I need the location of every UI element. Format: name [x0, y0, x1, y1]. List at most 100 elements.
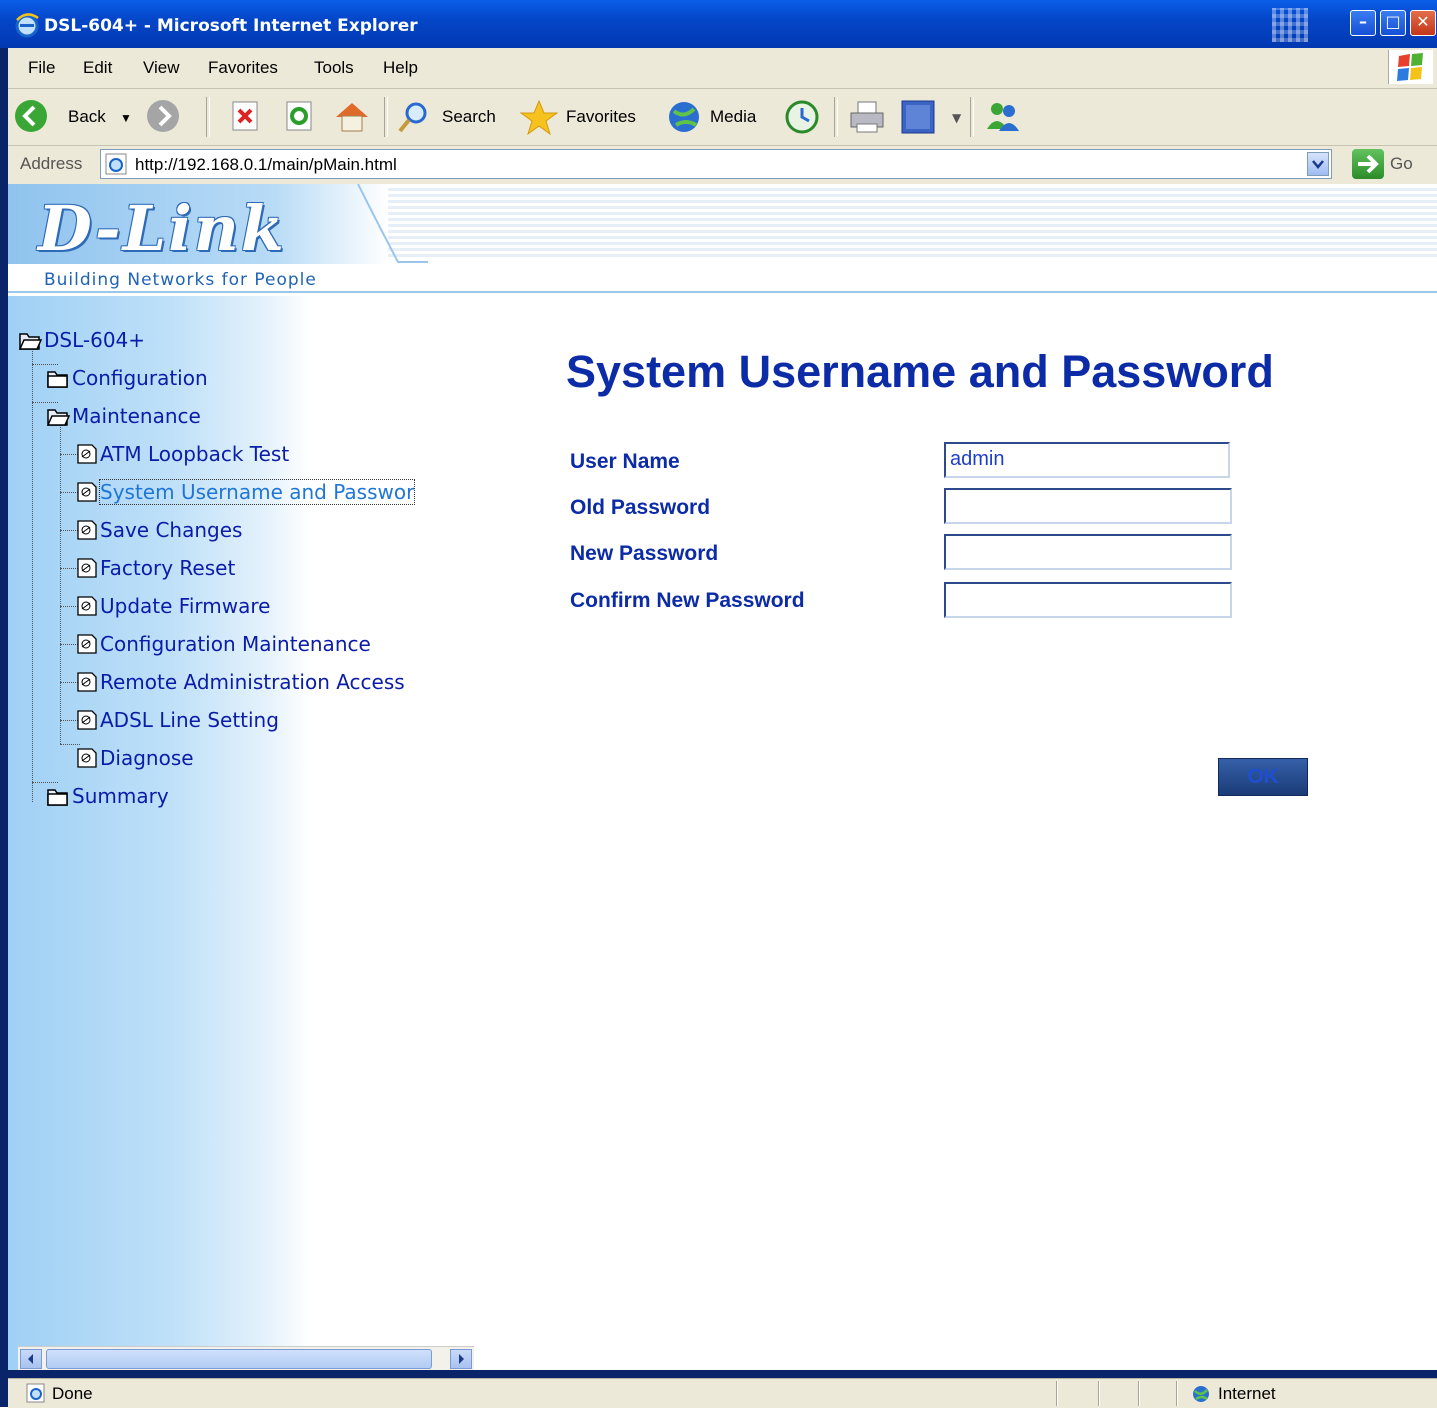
tree-summary[interactable]: Summary: [46, 784, 169, 808]
tree-item-remote-administration-access[interactable]: Remote Administration Access: [74, 670, 405, 694]
menu-edit[interactable]: Edit: [83, 58, 112, 78]
old-password-label: Old Password: [570, 496, 711, 519]
tree-maintenance-label: Maintenance: [72, 404, 201, 428]
tree-item-update-firmware[interactable]: Update Firmware: [74, 594, 270, 618]
scroll-left-button[interactable]: [20, 1349, 42, 1369]
refresh-icon: [286, 101, 312, 131]
navigation-pane: DSL-604+ Configuration Maintenance ATM L…: [8, 296, 474, 1370]
dlink-banner: D-Link Building Networks for People: [8, 184, 1437, 296]
back-arrow-icon: [15, 100, 47, 132]
minimize-button[interactable]: –: [1350, 10, 1376, 36]
chevron-down-icon: [1312, 160, 1324, 169]
menu-favorites[interactable]: Favorites: [208, 58, 278, 78]
search-button[interactable]: Search: [396, 99, 506, 135]
edit-button[interactable]: [900, 99, 940, 135]
page-gear-icon: [77, 520, 97, 540]
tree-item-label: Diagnose: [100, 746, 194, 770]
messenger-button[interactable]: [984, 99, 1024, 135]
stop-icon: [232, 101, 258, 131]
edit-dropdown-icon[interactable]: ▼: [952, 111, 961, 125]
print-button[interactable]: [848, 99, 888, 135]
close-button[interactable]: ✕: [1410, 10, 1436, 36]
status-bar: Done Internet: [8, 1378, 1437, 1408]
ok-button[interactable]: OK: [1218, 758, 1308, 796]
messenger-people-icon: [987, 103, 1019, 131]
windows-flag-watermark-icon: [1272, 8, 1308, 42]
history-button[interactable]: [784, 99, 824, 135]
tree-item-label: Remote Administration Access: [100, 670, 405, 694]
ie-logo-icon: [15, 13, 39, 38]
media-button[interactable]: Media: [666, 99, 766, 135]
folder-closed-icon: [47, 789, 68, 806]
refresh-button[interactable]: [284, 99, 316, 135]
tree-item-label: Configuration Maintenance: [100, 632, 371, 656]
back-button[interactable]: Back ▼: [14, 99, 134, 135]
media-label: Media: [710, 107, 757, 126]
tree-connector: [32, 348, 33, 802]
toolbar-separator: [834, 97, 838, 137]
tree-item-diagnose[interactable]: Diagnose: [74, 746, 194, 770]
go-label[interactable]: Go: [1390, 154, 1413, 174]
tree-item-factory-reset[interactable]: Factory Reset: [74, 556, 235, 580]
window-title: DSL-604+ - Microsoft Internet Explorer: [44, 16, 418, 36]
banner-tagline: Building Networks for People: [44, 270, 317, 290]
page-gear-icon: [77, 444, 97, 464]
address-input[interactable]: http://192.168.0.1/main/pMain.html: [100, 149, 1332, 179]
toolbar-separator: [384, 97, 388, 137]
toolbar-separator: [970, 97, 974, 137]
old-password-input[interactable]: [944, 488, 1232, 524]
tree-connector: [32, 782, 58, 783]
nav-horizontal-scrollbar[interactable]: [18, 1346, 474, 1370]
scroll-thumb[interactable]: [46, 1349, 432, 1369]
tree-root-label: DSL-604+: [44, 328, 146, 352]
home-icon: [336, 103, 368, 132]
tree-item-label: ADSL Line Setting: [100, 708, 279, 732]
chevron-left-icon: [28, 1354, 33, 1364]
title-bar[interactable]: DSL-604+ - Microsoft Internet Explorer –…: [0, 0, 1437, 48]
address-dropdown-button[interactable]: [1307, 152, 1329, 176]
page-gear-icon: [77, 710, 97, 730]
folder-open-icon: [46, 409, 70, 426]
toolbar: Back ▼ Search Favorites Media ▼: [8, 89, 1437, 146]
menu-tools[interactable]: Tools: [314, 58, 354, 78]
search-icon: [398, 102, 427, 133]
stop-button[interactable]: [230, 99, 262, 135]
security-zone-label: Internet: [1218, 1384, 1276, 1403]
page-gear-icon: [77, 748, 97, 768]
new-password-input[interactable]: [944, 534, 1232, 570]
maximize-button[interactable]: □: [1380, 10, 1406, 36]
main-panel: System Username and Password User Name a…: [474, 296, 1437, 1370]
menu-view[interactable]: View: [143, 58, 180, 78]
page-title: System Username and Password: [566, 346, 1274, 397]
status-text: Done: [52, 1384, 93, 1403]
tree-root[interactable]: DSL-604+: [18, 328, 145, 352]
page-ie-icon: [105, 153, 127, 175]
user-name-input[interactable]: admin: [944, 442, 1230, 478]
menu-bar: File Edit View Favorites Tools Help: [8, 48, 1437, 89]
minimize-icon: –: [1359, 12, 1367, 31]
tree-item-configuration-maintenance[interactable]: Configuration Maintenance: [74, 632, 371, 656]
home-button[interactable]: [332, 99, 372, 135]
go-arrow-icon: [1358, 154, 1379, 174]
tree-item-system-username-password[interactable]: System Username and Passwor: [74, 479, 416, 505]
banner-swoosh: [357, 184, 428, 263]
forward-arrow-icon: [147, 100, 179, 132]
tree-configuration[interactable]: Configuration: [46, 366, 208, 390]
tree-item-adsl-line-setting[interactable]: ADSL Line Setting: [74, 708, 279, 732]
status-cell: [1056, 1381, 1058, 1406]
tree-item-save-changes[interactable]: Save Changes: [74, 518, 242, 542]
menu-help[interactable]: Help: [383, 58, 418, 78]
page-gear-icon: [77, 596, 97, 616]
page-gear-icon: [77, 482, 97, 502]
favorites-button[interactable]: Favorites: [519, 99, 652, 136]
back-dropdown-icon[interactable]: ▼: [120, 111, 132, 125]
tree-item-atm-loopback-test[interactable]: ATM Loopback Test: [74, 442, 289, 466]
scroll-right-button[interactable]: [450, 1349, 472, 1369]
tree-maintenance[interactable]: Maintenance: [46, 404, 201, 428]
go-button[interactable]: [1352, 149, 1384, 179]
forward-button[interactable]: [146, 99, 206, 135]
confirm-password-input[interactable]: [944, 582, 1232, 618]
banner-stripes: [388, 188, 1437, 260]
tree-connector: [60, 744, 80, 745]
menu-file[interactable]: File: [28, 58, 55, 78]
